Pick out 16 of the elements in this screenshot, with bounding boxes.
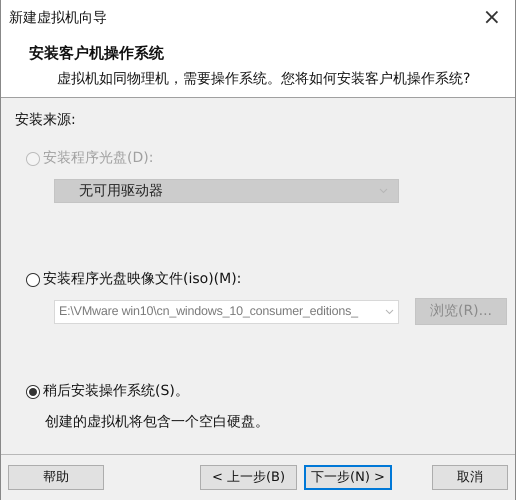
window-title: 新建虚拟机向导 [9, 8, 107, 28]
dialog-button[interactable]: 下一步(N) > [304, 465, 392, 490]
dialog-button[interactable]: 帮助 [8, 465, 104, 490]
section-label: 安装来源: [15, 111, 77, 130]
radio-label: 安装程序光盘映像文件(iso)(M): [43, 270, 242, 289]
radio-button[interactable] [26, 272, 40, 286]
dialog-button[interactable]: < 上一步(B) [200, 465, 297, 490]
radio-button[interactable] [26, 384, 40, 398]
radio-label: 安装程序光盘(D): [43, 149, 154, 168]
header-subtitle: 虚拟机如同物理机，需要操作系统。您将如何安装客户机操作系统? [57, 70, 472, 88]
dialog-button[interactable]: 取消 [432, 465, 508, 490]
chevron-down-icon [385, 308, 394, 314]
option-description: 创建的虚拟机将包含一个空白硬盘。 [45, 413, 270, 432]
header-title: 安装客户机操作系统 [29, 43, 165, 64]
radio-label: 稍后安装操作系统(S)。 [43, 382, 189, 401]
close-button[interactable]: × [482, 7, 501, 29]
